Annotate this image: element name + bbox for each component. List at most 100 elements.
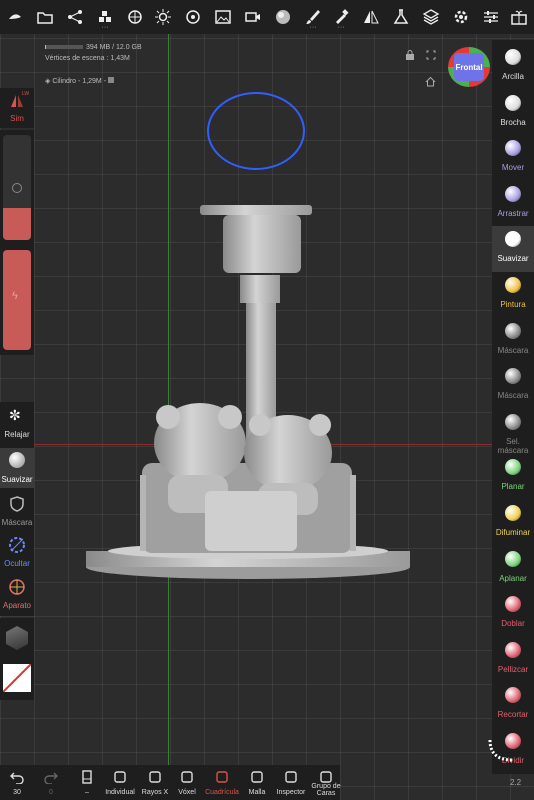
document-icon <box>82 770 92 784</box>
tool-label: Aplanar <box>499 573 527 583</box>
layers-icon[interactable] <box>416 0 446 34</box>
bottom-item-label: Vóxel <box>178 789 196 796</box>
symmetry-icon[interactable] <box>356 0 386 34</box>
memory-bar <box>45 45 83 49</box>
bottom-item-icon <box>216 771 228 783</box>
video-icon[interactable] <box>238 0 268 34</box>
color-swatch[interactable] <box>3 664 31 692</box>
intensity-slider[interactable]: ϟ <box>3 250 31 350</box>
object-info[interactable]: ◈ Cilindro - 1,29M - <box>45 77 114 85</box>
tool-sphere-icon <box>505 687 521 704</box>
bottom-v-xel[interactable]: Vóxel <box>172 765 202 800</box>
resize-handle-icon[interactable] <box>485 738 515 764</box>
tool-sphere-icon <box>505 641 521 658</box>
tool-arrastrar[interactable]: Arrastrar <box>492 180 534 227</box>
tool-arcilla[interactable]: Arcilla <box>492 44 534 90</box>
gizmo-tool[interactable]: Aparato <box>0 575 34 615</box>
bottom-grupo-de-caras[interactable]: Grupo de Caras <box>310 765 342 800</box>
light-icon[interactable] <box>148 0 178 34</box>
smooth-tool[interactable]: Suavizar <box>0 448 34 488</box>
undo-button[interactable]: 30 <box>2 765 32 800</box>
view-cube-gizmo[interactable]: Frontal <box>448 47 490 87</box>
tool-aplanar[interactable]: Aplanar <box>492 545 534 592</box>
tool-recortar[interactable]: Recortar <box>492 682 534 729</box>
brush-sliders: ϟ <box>0 130 34 355</box>
bottom-item-label: Cuadrícula <box>205 789 239 796</box>
tool-label: Doblar <box>501 619 525 629</box>
tool-label: Planar <box>501 482 525 492</box>
tool-sphere-icon <box>505 140 521 157</box>
tool-pintura[interactable]: Pintura <box>492 272 534 318</box>
paint-icon[interactable]: ··· <box>326 0 356 34</box>
tool-label: Pintura <box>500 300 526 309</box>
bottom-rayos-x[interactable]: Rayos X <box>140 765 170 800</box>
radius-fill <box>3 208 31 240</box>
bottom-malla[interactable]: Malla <box>242 765 272 800</box>
relax-tool[interactable]: ✼ Relajar <box>0 404 34 444</box>
matcap-icon[interactable] <box>6 626 28 650</box>
symmetry-button[interactable]: LW Sim <box>0 88 34 128</box>
gift-icon[interactable] <box>504 0 534 34</box>
image-icon[interactable] <box>208 0 238 34</box>
tool-suavizar[interactable]: Suavizar <box>492 226 534 273</box>
tool-difuminar[interactable]: Difuminar <box>492 500 534 546</box>
logo-icon[interactable] <box>0 0 30 34</box>
tool-m-scara[interactable]: Máscara <box>492 317 534 364</box>
tool-sphere-icon <box>505 49 521 65</box>
bottom-inspector[interactable]: Inspector <box>274 765 308 800</box>
flask-icon[interactable] <box>386 0 416 34</box>
settings-icon[interactable] <box>446 0 476 34</box>
scene-tree-icon[interactable] <box>60 0 90 34</box>
memory-text: 394 MB / 12.0 GB <box>86 44 142 51</box>
tool-sphere-icon <box>505 459 521 476</box>
radius-slider[interactable] <box>3 135 31 240</box>
tool-planar[interactable]: Planar <box>492 454 534 501</box>
bottom-item-label: Malla <box>248 789 266 796</box>
tool-m-scara[interactable]: Máscara <box>492 363 534 410</box>
mask-tool[interactable]: Máscara <box>0 492 34 532</box>
relax-label: Relajar <box>4 430 30 439</box>
vertex-count: Vértices de escena : 1,43M <box>45 55 130 62</box>
bottom-individual[interactable]: Individual <box>104 765 136 800</box>
mask-shield-icon <box>10 496 24 512</box>
tool-label: Suavizar <box>497 254 529 264</box>
undo-icon <box>10 772 24 784</box>
tool-label: Máscara <box>497 345 529 355</box>
tool-mover[interactable]: Mover <box>492 135 534 182</box>
3d-viewport[interactable] <box>0 0 534 800</box>
tool-sphere-icon <box>505 505 521 521</box>
lock-icon[interactable] <box>405 47 415 60</box>
tool-doblar[interactable]: Doblar <box>492 591 534 638</box>
camera-icon[interactable] <box>178 0 208 34</box>
cube-icon: ◈ <box>45 78 51 85</box>
smooth-label: Suavizar <box>1 475 33 484</box>
folder-icon[interactable] <box>30 0 60 34</box>
bottom-item-icon <box>114 771 126 783</box>
home-icon[interactable] <box>425 74 436 87</box>
bottom-cuadr-cula[interactable]: Cuadrícula <box>204 765 240 800</box>
brush-icon[interactable]: ··· <box>298 0 328 34</box>
redo-button[interactable]: 0 <box>36 765 66 800</box>
gizmo-icon <box>9 579 25 595</box>
frame-icon[interactable] <box>426 47 436 60</box>
hide-icon <box>9 537 25 553</box>
material-sphere-icon[interactable] <box>268 0 298 34</box>
top-toolbar: ··· ··· ··· <box>0 0 534 34</box>
tool-pellizcar[interactable]: Pellizcar <box>492 636 534 683</box>
primitives-icon[interactable]: ··· <box>90 0 120 34</box>
tool-label: Pellizcar <box>497 664 529 674</box>
tool-sphere-icon <box>505 94 521 111</box>
globe-icon[interactable] <box>120 0 150 34</box>
tool-label: Mover <box>501 163 525 173</box>
undo-count: 30 <box>13 789 21 796</box>
display-toggle[interactable]: – <box>72 765 102 800</box>
redo-count: 0 <box>49 789 53 796</box>
tool-label: Arcilla <box>502 72 524 81</box>
tool-sel-m-scara[interactable]: Sel. máscara <box>492 408 534 455</box>
tool-brocha[interactable]: Brocha <box>492 89 534 136</box>
hide-tool[interactable]: Ocultar <box>0 533 34 573</box>
sculpt-model[interactable] <box>80 195 420 585</box>
tool-label: Recortar <box>497 710 529 720</box>
sliders-icon[interactable] <box>476 0 506 34</box>
tool-sphere-icon <box>505 277 521 293</box>
